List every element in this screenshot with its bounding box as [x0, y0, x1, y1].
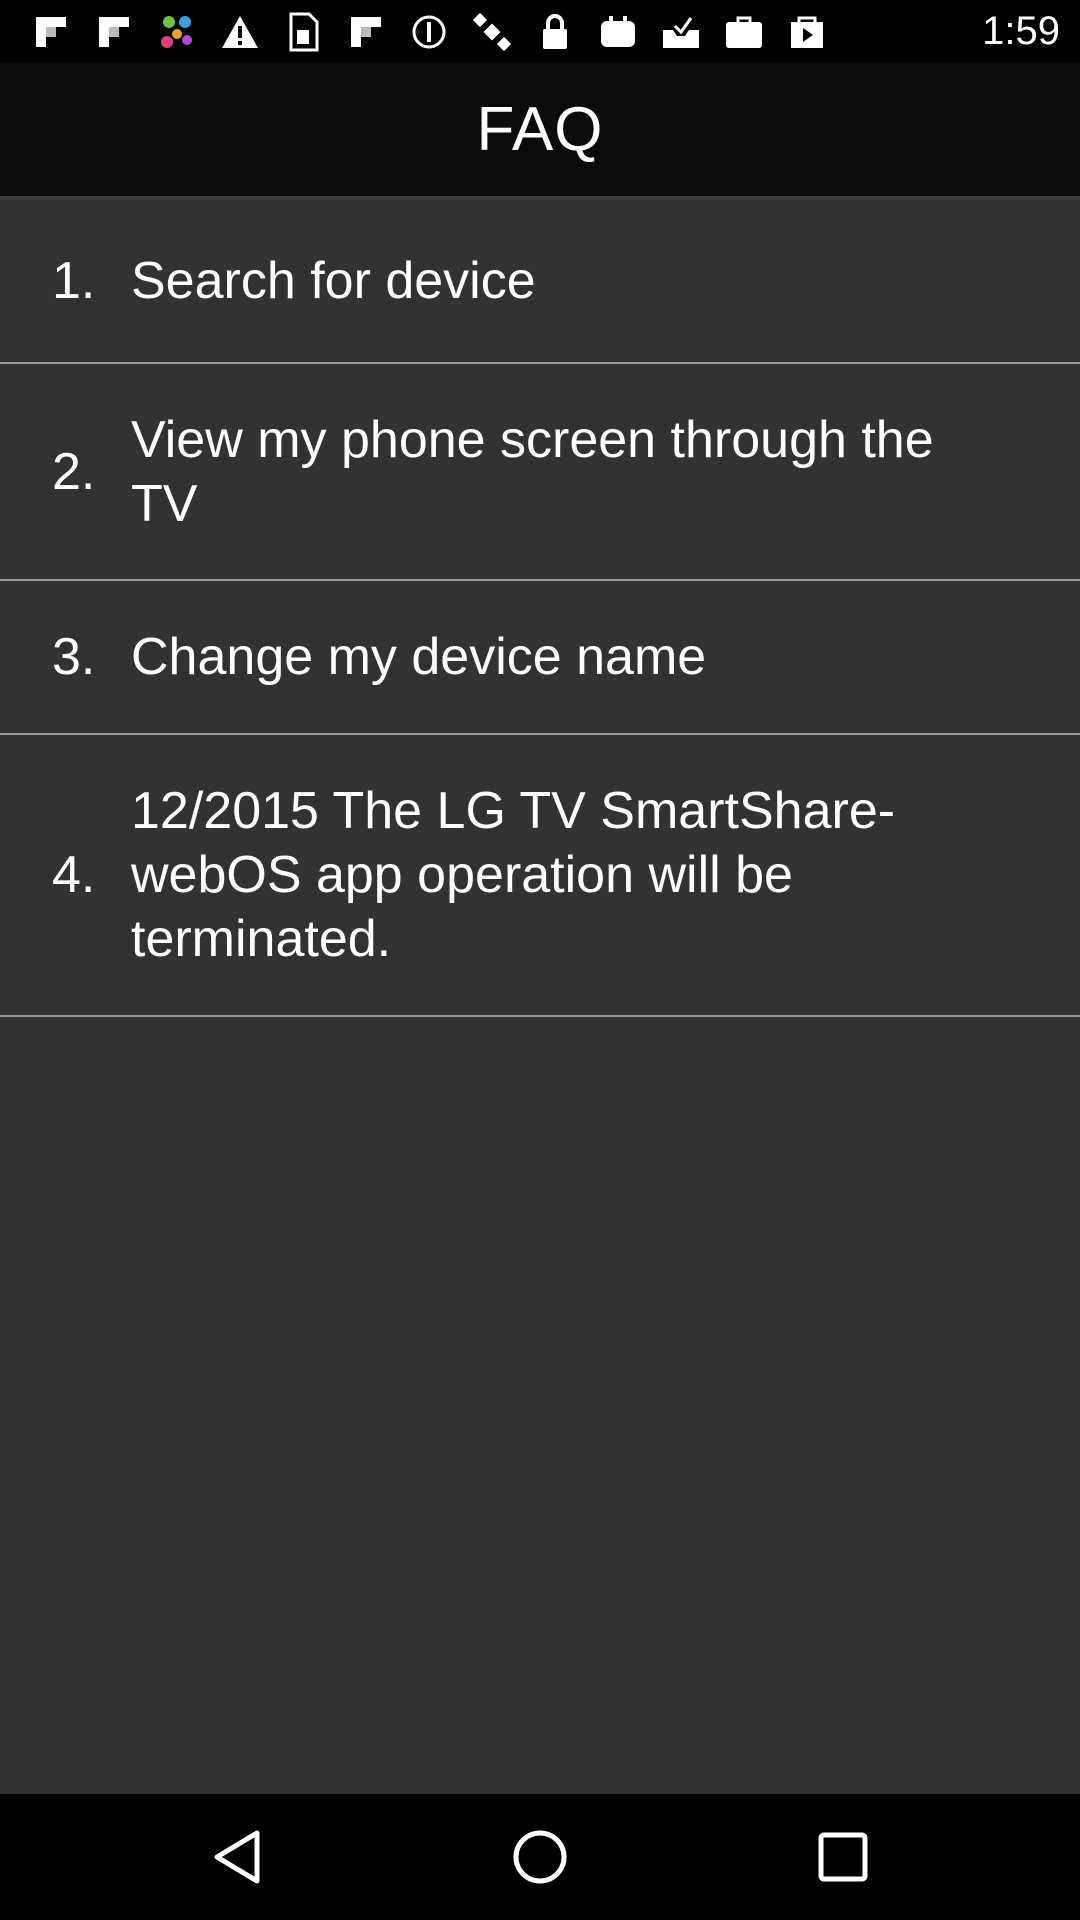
app-dots-icon	[154, 10, 200, 54]
tv-icon	[595, 10, 641, 54]
home-icon	[513, 1830, 567, 1884]
faq-item-app-termination[interactable]: 4. 12/2015 The LG TV SmartShare-webOS ap…	[0, 735, 1080, 1017]
faq-item-label: Change my device name	[131, 628, 707, 686]
page-title: FAQ	[476, 94, 604, 164]
navigation-bar	[0, 1794, 1080, 1920]
faq-item-number: 4.	[52, 846, 96, 904]
sim-card-icon	[280, 10, 326, 54]
briefcase-icon	[721, 10, 767, 54]
lock-icon	[532, 10, 578, 54]
faq-item-view-phone-screen[interactable]: 2. View my phone screen through the TV	[0, 364, 1080, 581]
back-icon	[214, 1830, 260, 1884]
satellite-icon	[469, 10, 515, 54]
play-store-icon	[784, 10, 830, 54]
faq-item-number: 1.	[52, 252, 96, 310]
notification-icons	[28, 10, 847, 54]
faq-item-search-device[interactable]: 1. Search for device	[0, 200, 1080, 364]
faq-list: 1. Search for device 2. View my phone sc…	[0, 200, 1080, 1017]
title-bar: FAQ	[0, 62, 1080, 196]
faq-item-label: 12/2015 The LG TV SmartShare-webOS app o…	[131, 782, 896, 968]
back-button[interactable]	[197, 1817, 277, 1897]
faq-item-number: 2.	[52, 442, 96, 501]
clock: 1:59	[982, 9, 1060, 53]
system-status: 1:59	[982, 8, 1060, 54]
inbox-icon	[658, 10, 704, 54]
flipboard-icon	[343, 10, 389, 54]
status-bar: 1:59	[0, 0, 1080, 62]
recents-icon	[818, 1832, 868, 1882]
faq-item-number: 3.	[52, 628, 96, 686]
home-button[interactable]	[500, 1817, 580, 1897]
recents-button[interactable]	[803, 1817, 883, 1897]
faq-item-change-device-name[interactable]: 3. Change my device name	[0, 581, 1080, 735]
block-icon	[406, 10, 452, 54]
faq-item-label: View my phone screen through the TV	[131, 410, 934, 533]
flipboard-icon	[91, 10, 137, 54]
faq-item-label: Search for device	[131, 252, 536, 310]
flipboard-icon	[28, 10, 74, 54]
warning-icon	[217, 10, 263, 54]
